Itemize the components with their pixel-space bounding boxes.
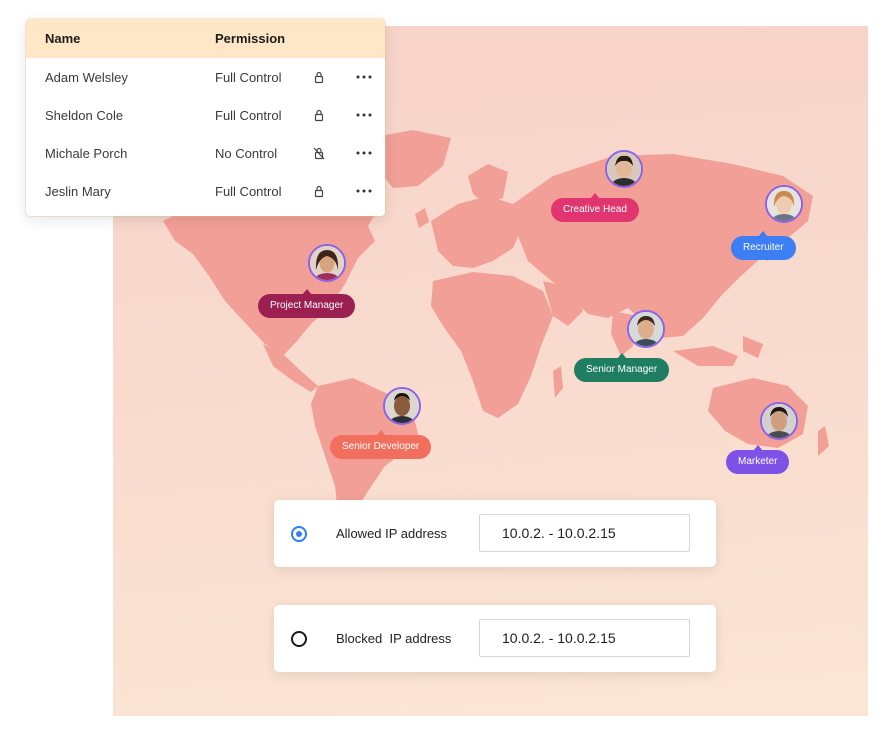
avatar-photo [629,312,663,346]
more-options-icon[interactable] [356,151,372,155]
lock-icon[interactable] [312,108,326,122]
allowed-ip-card: Allowed IP address [274,500,716,567]
permission-level: No Control [215,146,278,161]
column-header-name: Name [45,31,81,46]
avatar [627,310,665,348]
role-tag: Marketer [726,445,790,474]
table-row: Sheldon Cole Full Control [26,96,385,134]
permissions-table: Name Permission Adam Welsley Full Contro… [26,19,385,216]
avatar [308,244,346,282]
permission-level: Full Control [215,108,282,123]
avatar-photo [762,404,796,438]
user-name: Adam Welsley [45,70,128,85]
allowed-ip-radio[interactable] [291,526,307,542]
blocked-ip-label: Blocked IP address [336,631,452,646]
more-options-icon[interactable] [356,189,372,193]
user-name: Michale Porch [45,146,128,161]
lock-icon[interactable] [312,184,326,198]
role-tag: Senior Developer [330,430,432,459]
avatar [383,387,421,425]
avatar-photo [607,152,641,186]
user-name: Sheldon Cole [45,108,124,123]
allowed-ip-label: Allowed IP address [336,526,448,541]
table-row: Michale Porch No Control [26,134,385,172]
blocked-ip-radio[interactable] [291,631,307,647]
avatar [765,185,803,223]
permissions-table-header: Name Permission [26,19,385,58]
avatar-photo [310,246,344,280]
avatar-photo [767,187,801,221]
column-header-permission: Permission [215,31,286,46]
permission-level: Full Control [215,184,282,199]
permission-level: Full Control [215,70,282,85]
user-name: Jeslin Mary [45,184,111,199]
avatar-photo [385,389,419,423]
role-tag: Project Manager [258,289,356,318]
avatar [760,402,798,440]
role-tag: Senior Manager [574,353,670,382]
more-options-icon[interactable] [356,75,372,79]
more-options-icon[interactable] [356,113,372,117]
page-root: Name Permission Adam Welsley Full Contro… [0,0,884,732]
table-row: Jeslin Mary Full Control [26,172,385,210]
table-row: Adam Welsley Full Control [26,58,385,96]
role-tag: Creative Head [551,193,639,222]
blocked-ip-card: Blocked IP address [274,605,716,672]
blocked-ip-input[interactable] [479,619,690,657]
role-tag: Recruiter [731,231,796,260]
lock-icon[interactable] [312,70,326,84]
allowed-ip-input[interactable] [479,514,690,552]
unlock-icon[interactable] [312,146,326,160]
avatar [605,150,643,188]
